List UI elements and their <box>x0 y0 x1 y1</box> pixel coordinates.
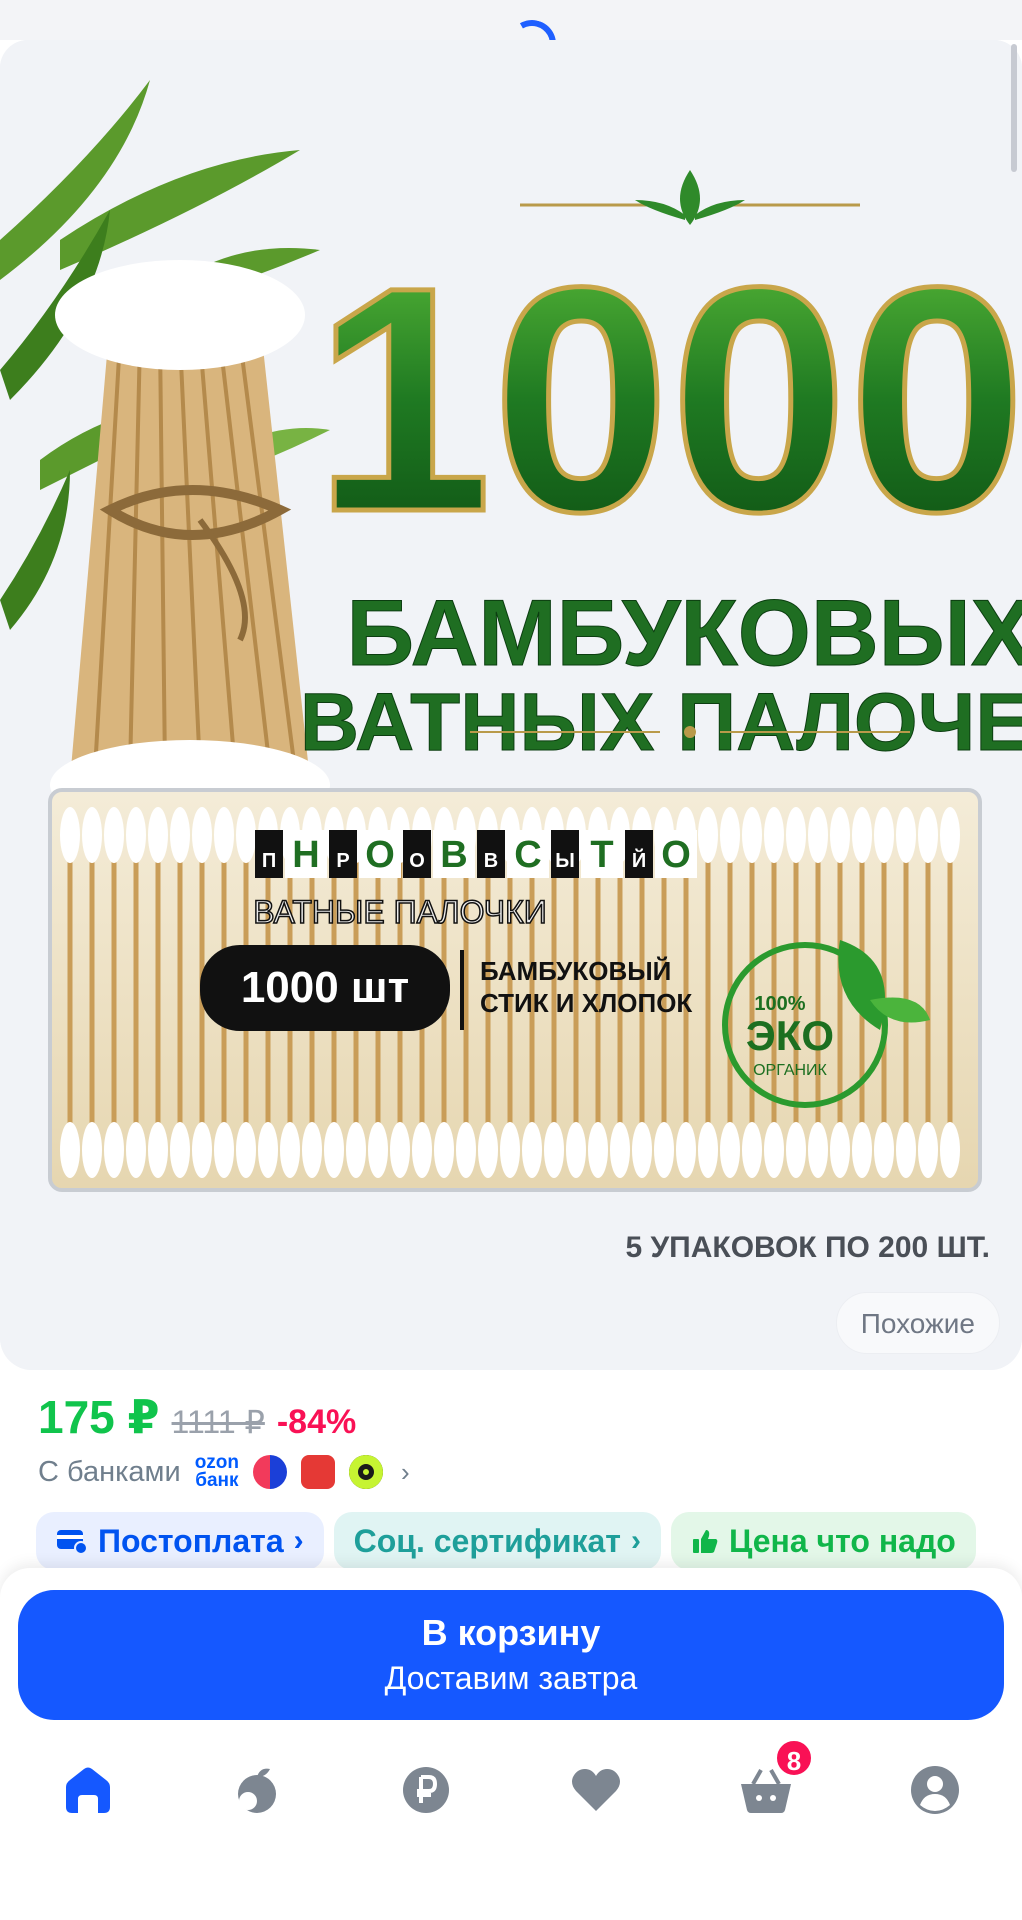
headline-number: 1000 <box>314 220 1022 578</box>
brand-letter: П <box>262 850 276 872</box>
card-icon <box>57 1530 88 1554</box>
chip-postpay[interactable]: Постоплата › <box>36 1512 324 1570</box>
home-icon <box>66 1767 110 1813</box>
profile-icon <box>911 1766 959 1814</box>
chip-good-price[interactable]: Цена что надо <box>670 1512 976 1570</box>
chevron-right-icon: › <box>293 1524 304 1557</box>
brand-letter: О <box>409 850 425 872</box>
chip-postpay-label: Постоплата <box>98 1522 284 1559</box>
brand-letter: Т <box>590 834 613 876</box>
chip-social-certificate[interactable]: Соц. сертификат › <box>333 1512 661 1570</box>
ruble-icon <box>403 1767 449 1813</box>
pack-material-line-2: СТИК И ХЛОПОК <box>480 988 692 1018</box>
ozon-bank-line-2: банк <box>195 1470 239 1491</box>
brand-letter: Й <box>632 848 646 872</box>
eco-word: ЭКО <box>746 1012 834 1059</box>
packs-note: 5 УПАКОВОК ПО 200 ШТ. <box>626 1231 991 1264</box>
pack-subtitle: ВАТНЫЕ ПАЛОЧКИ <box>253 894 547 930</box>
brand-letter: С <box>514 834 541 876</box>
scrollbar[interactable] <box>1011 44 1017 172</box>
brand-letter: В <box>440 834 467 876</box>
discount-badge: -84% <box>276 1403 357 1441</box>
brand-letter: В <box>484 850 498 872</box>
similar-button[interactable]: Похожие <box>835 1292 1000 1354</box>
bank-2-icon <box>301 1455 336 1489</box>
tab-profile[interactable] <box>895 1750 975 1830</box>
eco-sub: ОРГАНИК <box>753 1062 827 1079</box>
tab-favorites[interactable] <box>556 1750 636 1830</box>
brand-letter: Н <box>292 834 319 876</box>
heart-icon <box>572 1769 620 1811</box>
pack-count: 1000 шт <box>241 963 409 1012</box>
tab-cart[interactable]: 8 <box>726 1738 814 1830</box>
brand-letter: Ы <box>555 850 575 872</box>
chip-social-certificate-label: Соц. сертификат <box>353 1522 621 1559</box>
current-price: 175 ₽ <box>38 1391 160 1443</box>
tab-fresh[interactable] <box>217 1750 297 1830</box>
feature-chips: Постоплата › Соц. сертификат › Цена что … <box>36 1512 976 1570</box>
tab-bar: 8 <box>0 1738 1022 1850</box>
add-to-cart-button[interactable]: В корзину Доставим завтра <box>18 1590 1004 1720</box>
brand-letter: О <box>661 834 691 876</box>
product-image: 1000 БАМБУКОВЫХ ВАТНЫХ ПАЛОЧЕК ПНРООВВСЫ… <box>0 40 1022 1370</box>
brand-letter: Р <box>336 850 349 872</box>
banks-row[interactable]: С банками ozon банк › <box>38 1453 410 1491</box>
delivery-label: Доставим завтра <box>384 1660 638 1696</box>
ozon-bank-logo-icon: ozon банк <box>195 1453 239 1491</box>
fresh-icon <box>238 1768 276 1813</box>
headline-line-1: БАМБУКОВЫХ <box>347 580 1022 685</box>
package-image: ПНРООВВСЫТЙО ВАТНЫЕ ПАЛОЧКИ 1000 шт БАМБ… <box>48 788 982 1192</box>
bank-1-icon <box>253 1455 288 1489</box>
product-gallery[interactable]: 1000 БАМБУКОВЫХ ВАТНЫХ ПАЛОЧЕК ПНРООВВСЫ… <box>0 40 1022 1370</box>
thumbs-up-icon <box>692 1530 718 1553</box>
tab-home[interactable] <box>48 1750 128 1830</box>
chevron-right-icon: › <box>630 1524 641 1557</box>
bank-3-icon <box>349 1455 384 1489</box>
headline-line-2: ВАТНЫХ ПАЛОЧЕК <box>300 677 1022 768</box>
add-to-cart-label: В корзину <box>421 1612 601 1653</box>
chevron-right-icon: › <box>401 1456 410 1487</box>
cart-badge: 8 <box>774 1738 814 1778</box>
pack-material-line-1: БАМБУКОВЫЙ <box>480 956 671 986</box>
old-price: 1111 ₽ <box>171 1404 265 1440</box>
brand-letter: О <box>365 834 395 876</box>
banks-label: С банками <box>38 1455 181 1488</box>
bottom-bar: В корзину Доставим завтра 8 <box>0 1568 1022 1920</box>
tab-finance[interactable] <box>386 1750 466 1830</box>
chip-good-price-label: Цена что надо <box>728 1522 956 1559</box>
price-block: 175 ₽ 1111 ₽ -84% С банками ozon банк › <box>38 1390 410 1490</box>
